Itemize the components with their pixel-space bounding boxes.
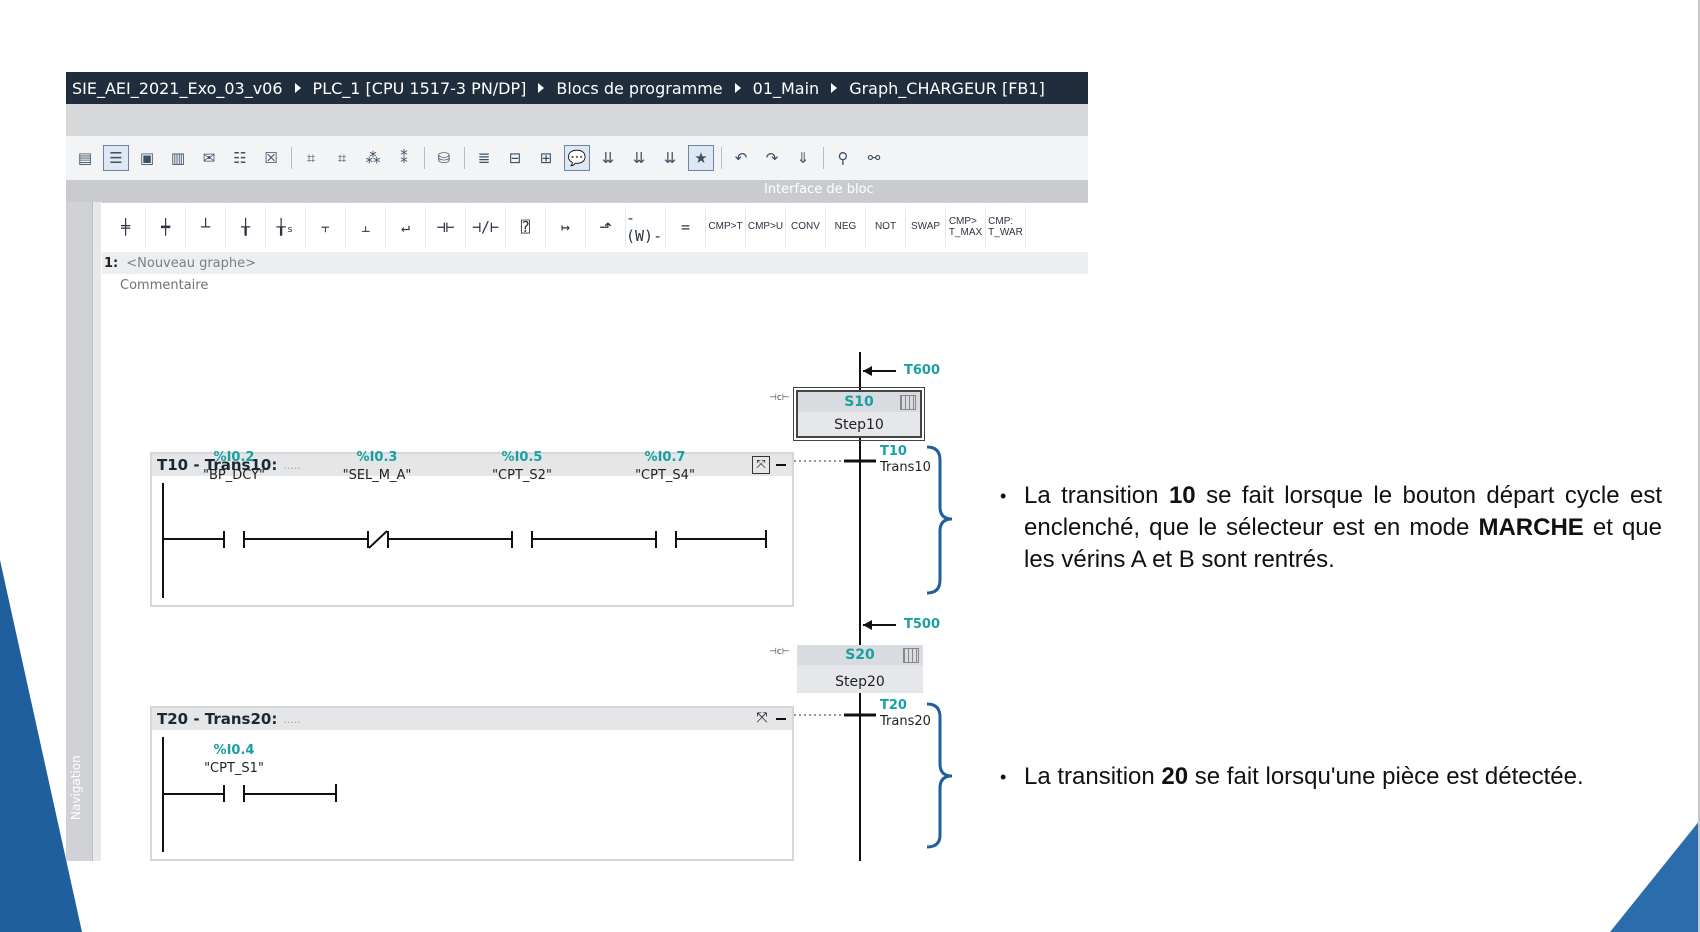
jump-arrowhead-t600: [863, 366, 872, 376]
contact-tag[interactable]: "CPT_S1": [179, 761, 289, 776]
transition-id-t20: T20: [880, 698, 907, 713]
jump-arrowhead-t500: [863, 620, 872, 630]
maximize-icon[interactable]: ⤧: [754, 710, 770, 726]
step-name: Step10: [834, 417, 884, 433]
step-grid-icon: [903, 648, 919, 663]
maximize-icon[interactable]: ⤧: [752, 456, 770, 474]
step-name: Step20: [835, 674, 885, 690]
bullet-icon: •: [1000, 767, 1007, 787]
jump-label-t500[interactable]: T500: [904, 617, 940, 632]
transition-t20-title: T20 - Trans20:: [157, 710, 278, 728]
bullet-icon: •: [1000, 486, 1007, 506]
step-s20[interactable]: S20 Step20: [797, 645, 923, 693]
transition-t20-box[interactable]: T20 - Trans20: ..... ⤧: [150, 706, 794, 861]
transition-t20-header: T20 - Trans20: .....: [152, 708, 792, 730]
note-t20: • La transition 20 se fait lorsqu'une pi…: [1000, 761, 1662, 801]
contact-tag[interactable]: "CPT_S4": [610, 468, 720, 483]
step-action-icon-s10: ⊣c⊢: [769, 393, 790, 403]
note-t10-text: La transition 10 se fait lorsque le bout…: [1024, 482, 1662, 573]
minimize-icon[interactable]: [776, 464, 786, 466]
contact-tag[interactable]: "SEL_M_A": [322, 468, 432, 483]
contact-address: %I0.7: [644, 450, 686, 465]
note-t10: • La transition 10 se fait lorsque le bo…: [1000, 480, 1662, 580]
brace-t20: [926, 702, 953, 849]
transition-t20-comment[interactable]: .....: [283, 713, 300, 726]
minimize-icon[interactable]: [776, 718, 786, 720]
transition-id-t10: T10: [880, 444, 907, 459]
jump-label-t600[interactable]: T600: [904, 363, 940, 378]
brace-t10: [926, 445, 953, 595]
step-s10[interactable]: S10 Step10: [793, 387, 925, 441]
contact-tag[interactable]: "CPT_S2": [467, 468, 577, 483]
step-action-icon-s20: ⊣c⊢: [769, 647, 790, 657]
contact-address: %I0.4: [213, 743, 255, 758]
contact-address: %I0.2: [213, 450, 255, 465]
contact-address: %I0.5: [501, 450, 543, 465]
note-t20-text: La transition 20 se fait lorsqu'une pièc…: [1024, 763, 1584, 790]
step-grid-icon: [900, 395, 916, 410]
contact-tag[interactable]: "BP_DCY": [179, 468, 289, 483]
contact-address: %I0.3: [356, 450, 398, 465]
